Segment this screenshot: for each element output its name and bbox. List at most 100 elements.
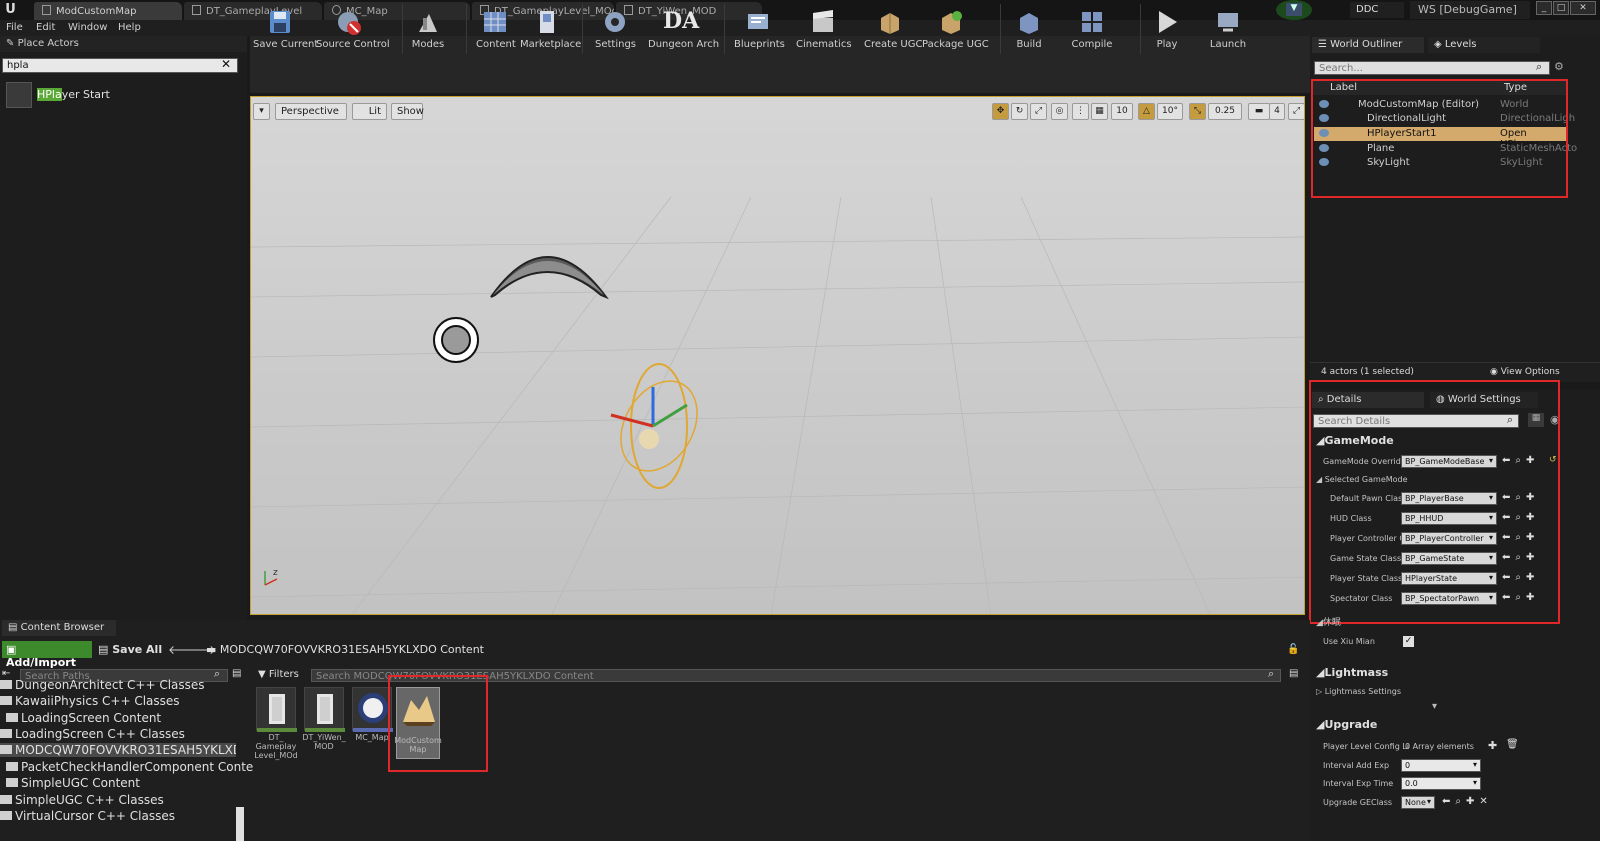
world-local-icon[interactable]: ◎ <box>1051 103 1068 120</box>
xiumian-category[interactable]: ◢休眠 <box>1316 615 1341 628</box>
save-current-button[interactable]: Save Current <box>253 8 318 50</box>
add-filter-icon[interactable]: ⚙ <box>1554 60 1564 73</box>
sources-view-options-icon[interactable]: ▤ <box>232 668 241 679</box>
folder-icon <box>0 811 12 820</box>
search-icon: ⌕ <box>214 667 221 680</box>
close-button[interactable]: ✕ <box>1570 1 1596 15</box>
compile-icon <box>1079 8 1105 36</box>
dungeon-arch-icon: DA <box>663 8 700 34</box>
lightmass-category[interactable]: ◢Lightmass <box>1316 666 1388 679</box>
levels-icon: ◈ <box>1434 39 1445 50</box>
asset-tile-mc-map[interactable] <box>352 687 393 732</box>
interval-exp-time-input[interactable]: 0.0 <box>1401 777 1481 790</box>
level-viewport[interactable]: z ▾ Perspective Lit Show ✥ ↻ ⤢ ◎ ⋮ ▦ 10 … <box>250 96 1305 615</box>
marketplace-button[interactable]: Marketplace <box>520 8 581 50</box>
folder-icon <box>0 696 12 705</box>
translate-mode-icon[interactable]: ✥ <box>992 103 1009 120</box>
minimize-button[interactable]: _ <box>1536 1 1552 15</box>
view-options-button[interactable]: ◉ View Options <box>1490 367 1560 377</box>
rotate-mode-icon[interactable]: ↻ <box>1011 103 1028 120</box>
rotation-snap-icon[interactable]: △ <box>1138 103 1155 120</box>
save-search-icon[interactable]: ▤ <box>1289 668 1298 679</box>
asset-tile-dt-gameplaylevel-mod[interactable] <box>256 687 297 732</box>
folder-item[interactable]: SimpleUGC C++ Classes <box>0 793 164 807</box>
build-button[interactable]: Build <box>1012 8 1046 50</box>
menu-help[interactable]: Help <box>118 22 141 33</box>
lightmass-settings-row[interactable]: ▷ Lightmass Settings <box>1316 687 1401 696</box>
grid-snap-icon[interactable]: ▦ <box>1091 103 1108 120</box>
compile-button[interactable]: Compile <box>1070 8 1114 50</box>
camera-speed-icon[interactable]: ▬ <box>1248 103 1270 120</box>
dungeon-arch-button[interactable]: DA Dungeon Arch <box>648 8 719 50</box>
upgrade-geclass-dropdown[interactable]: None <box>1401 796 1435 809</box>
tab-modcustommap[interactable]: ModCustomMap <box>34 2 182 20</box>
camera-speed-value[interactable]: 4 <box>1269 103 1285 120</box>
maximize-button[interactable]: □ <box>1553 1 1569 15</box>
place-actors-icon: ✎ <box>6 38 18 49</box>
broadcast-icon[interactable]: ▼ <box>1286 3 1302 16</box>
source-control-button[interactable]: Source Control <box>316 8 390 50</box>
sources-scrollbar[interactable] <box>236 807 244 841</box>
maximize-viewport-icon[interactable]: ⤢ <box>1288 103 1304 120</box>
play-button[interactable]: Play <box>1150 8 1184 50</box>
menu-window[interactable]: Window <box>68 22 107 33</box>
cinematics-button[interactable]: Cinematics <box>796 8 852 50</box>
menu-file[interactable]: File <box>6 22 23 33</box>
folder-item[interactable]: KawaiiPhysics C++ Classes <box>0 694 180 708</box>
scale-snap-value[interactable]: 0.25 <box>1208 103 1242 120</box>
save-all-button[interactable]: ▤ Save All <box>98 643 162 656</box>
datatable-icon <box>192 5 201 15</box>
folder-item[interactable]: PacketCheckHandlerComponent Conte <box>6 760 253 774</box>
folder-item[interactable]: DungeonArchitect C++ Classes <box>0 678 205 692</box>
player-start-result[interactable]: HPlayer Start <box>37 88 110 101</box>
trash-icon[interactable]: 🗑 <box>1506 739 1519 750</box>
package-ugc-button[interactable]: Package UGC <box>922 8 989 50</box>
blueprints-button[interactable]: Blueprints <box>734 8 785 50</box>
clear-search-icon[interactable]: ✕ <box>221 57 231 71</box>
folder-item-selected[interactable]: MODCQW70FOVVKRO31ESAH5YKLXDO <box>0 743 236 757</box>
scale-mode-icon[interactable]: ⤢ <box>1030 103 1047 120</box>
ddc-button[interactable]: DDC <box>1350 2 1404 18</box>
content-path-breadcrumb[interactable]: ▬ MODCQW70FOVVKRO31ESAH5YKLXDO Content <box>206 643 484 656</box>
upgrade-category[interactable]: ◢Upgrade <box>1316 718 1377 731</box>
interval-add-exp-label: Interval Add Exp <box>1323 761 1390 770</box>
play-icon <box>1154 8 1180 36</box>
tab-content-browser[interactable]: ▤ Content Browser <box>2 620 116 636</box>
perspective-button[interactable]: Perspective <box>275 103 347 120</box>
directional-light-icon <box>433 317 479 363</box>
folder-item[interactable]: LoadingScreen C++ Classes <box>0 727 185 741</box>
viewport-scene: z <box>251 97 1304 614</box>
asset-tile-dt-yiwen-mod[interactable] <box>304 687 345 732</box>
modes-button[interactable]: Modes <box>411 8 445 50</box>
folder-item[interactable]: VirtualCursor C++ Classes <box>0 809 175 823</box>
menu-edit[interactable]: Edit <box>36 22 55 33</box>
rotation-snap-value[interactable]: 10° <box>1157 103 1183 120</box>
folder-item[interactable]: SimpleUGC Content <box>6 776 140 790</box>
filters-button[interactable]: ▼ Filters <box>258 669 299 680</box>
save-icon <box>267 8 293 36</box>
lock-icon[interactable]: 🔓 <box>1287 644 1299 655</box>
viewport-options-button[interactable]: ▾ <box>253 103 270 120</box>
surface-snap-icon[interactable]: ⋮ <box>1072 103 1089 120</box>
folder-item[interactable]: LoadingScreen Content <box>6 711 161 725</box>
build-icon <box>1016 8 1042 36</box>
tab-levels[interactable]: ◈ Levels <box>1428 37 1540 53</box>
outliner-search-input[interactable]: Search... <box>1314 61 1550 75</box>
settings-button[interactable]: Settings <box>595 8 636 50</box>
scale-snap-icon[interactable]: ⤡ <box>1189 103 1206 120</box>
player-level-config-label: Player Level Config Li <box>1323 742 1409 751</box>
create-ugc-button[interactable]: Create UGC <box>864 8 922 50</box>
lit-button[interactable]: Lit <box>352 103 387 120</box>
add-element-icon[interactable]: ✚ <box>1488 739 1497 752</box>
asset-action-icons[interactable]: ⬅⌕✚✕ <box>1442 796 1493 807</box>
interval-add-exp-input[interactable]: 0 <box>1401 759 1481 772</box>
show-button[interactable]: Show <box>391 103 424 120</box>
content-button[interactable]: Content <box>476 8 516 50</box>
add-import-button[interactable]: ▣ Add/Import <box>2 641 92 669</box>
grid-snap-value[interactable]: 10 <box>1111 103 1133 120</box>
tab-world-outliner[interactable]: ☰ World Outliner <box>1312 37 1424 53</box>
use-xiu-mian-checkbox[interactable]: ✓ <box>1403 636 1414 647</box>
show-advanced-arrow-icon[interactable]: ▾ <box>1432 701 1437 712</box>
launch-button[interactable]: Launch <box>1208 8 1248 50</box>
place-actors-search-input[interactable]: hpla <box>2 58 238 73</box>
